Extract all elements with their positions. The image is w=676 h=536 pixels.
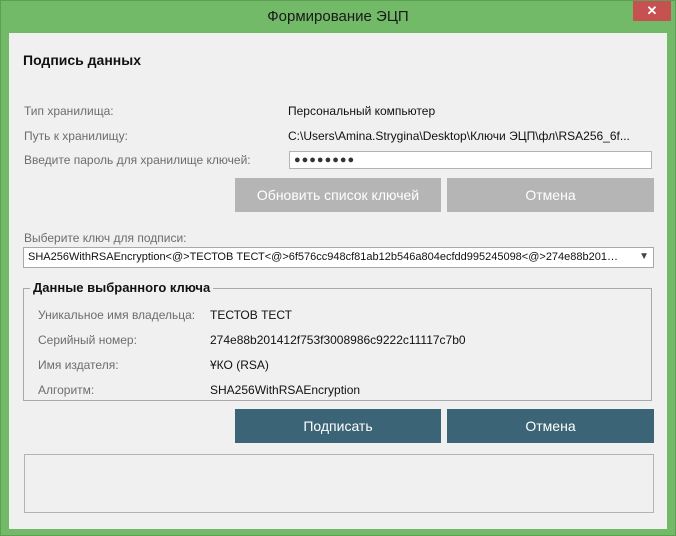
algorithm-value: SHA256WithRSAEncryption <box>210 383 361 397</box>
cancel-bottom-button[interactable]: Отмена <box>447 409 654 443</box>
serial-number-label: Серийный номер: <box>38 333 137 347</box>
chevron-down-icon[interactable]: ▼ <box>639 251 649 262</box>
close-button[interactable]: ✕ <box>633 1 671 21</box>
issuer-name-value: ҰКО (RSA) <box>210 358 269 372</box>
key-select-value: SHA256WithRSAEncryption<@>ТЕСТОВ ТЕСТ<@>… <box>28 251 624 263</box>
close-icon: ✕ <box>646 3 658 18</box>
serial-number-value: 274e88b201412f753f3008986c9222c11117c7b0 <box>210 333 466 347</box>
title-bar[interactable]: Формирование ЭЦП ✕ <box>1 1 675 33</box>
storage-path-value: C:\Users\Amina.Strygina\Desktop\Ключи ЭЦ… <box>288 129 630 143</box>
status-message-box <box>24 454 654 513</box>
group-title: Данные выбранного ключа <box>30 280 214 295</box>
key-select-label: Выберите ключ для подписи: <box>24 231 187 245</box>
issuer-name-label: Имя издателя: <box>38 358 119 372</box>
owner-name-value: ТЕСТОВ ТЕСТ <box>210 308 292 322</box>
dialog-content: Подпись данных Тип хранилища: Персональн… <box>9 33 667 529</box>
selected-key-details-group: Данные выбранного ключа Уникальное имя в… <box>23 280 652 401</box>
password-field[interactable]: ●●●●●●●● <box>289 151 652 169</box>
signature-dialog-window: Формирование ЭЦП ✕ Подпись данных Тип хр… <box>0 0 676 536</box>
password-label: Введите пароль для хранилище ключей: <box>24 153 251 167</box>
window-title: Формирование ЭЦП <box>267 8 409 25</box>
storage-type-label: Тип хранилища: <box>24 104 114 118</box>
sign-button[interactable]: Подписать <box>235 409 441 443</box>
key-select-dropdown[interactable]: SHA256WithRSAEncryption<@>ТЕСТОВ ТЕСТ<@>… <box>23 247 654 268</box>
section-heading: Подпись данных <box>23 52 141 68</box>
storage-type-value: Персональный компьютер <box>288 104 436 118</box>
refresh-keys-button[interactable]: Обновить список ключей <box>235 178 441 212</box>
cancel-top-button[interactable]: Отмена <box>447 178 654 212</box>
algorithm-label: Алгоритм: <box>38 383 95 397</box>
storage-path-label: Путь к хранилищу: <box>24 129 129 143</box>
owner-name-label: Уникальное имя владельца: <box>38 308 196 322</box>
